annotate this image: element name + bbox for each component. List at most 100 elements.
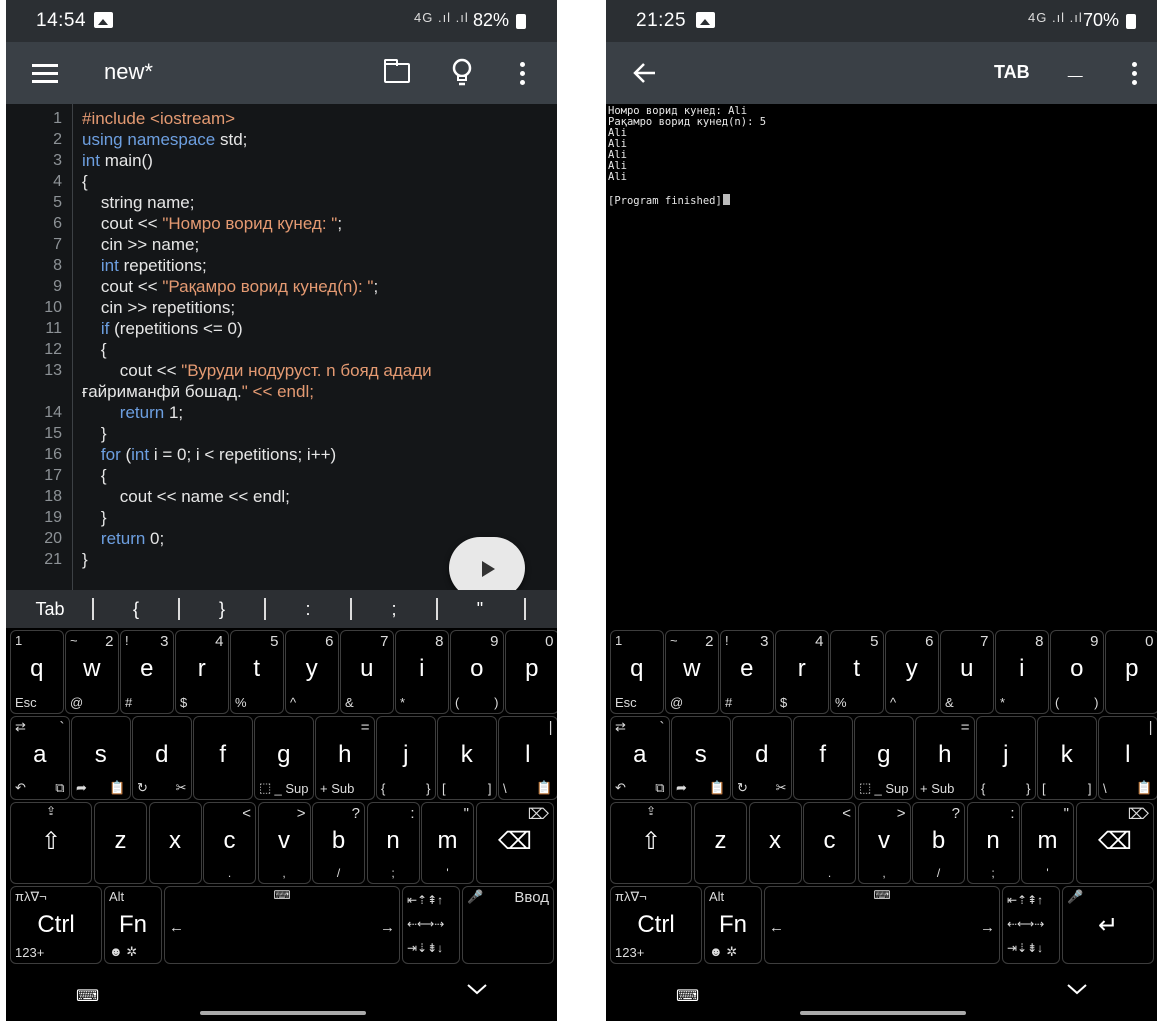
shift-key[interactable]: ⇧ ⇪ <box>610 802 692 884</box>
key-a[interactable]: a ⇄ ` ↶ ⧉ <box>10 716 70 800</box>
keyboard-switch-icon[interactable]: ⌨ <box>676 986 699 1006</box>
extra-key-colon[interactable]: : <box>278 590 338 628</box>
code-line[interactable]: 1 #include <iostream> <box>6 108 557 129</box>
key-q[interactable]: q 1 Esc <box>10 630 64 714</box>
key-s[interactable]: s ➦ 📋 <box>71 716 131 800</box>
extra-key-open-brace[interactable]: { <box>106 590 166 628</box>
ctrl-key[interactable]: Ctrl πλ∇¬ 123+ <box>10 886 102 964</box>
code-line[interactable]: 7 cin >> name; <box>6 234 557 255</box>
key-i[interactable]: i 8 * <box>395 630 449 714</box>
key-j[interactable]: j {} <box>376 716 436 800</box>
code-line[interactable]: 18 cout << name << endl; <box>6 486 557 507</box>
extra-key-quote[interactable]: " <box>450 590 510 628</box>
enter-key[interactable]: ↵ 🎤 <box>1062 886 1154 964</box>
key-p[interactable]: p0 <box>505 630 557 714</box>
key-b[interactable]: b? / <box>312 802 365 884</box>
key-g[interactable]: g ⬚ _ Sup <box>254 716 314 800</box>
space-key[interactable]: ⌨ ← → <box>764 886 1000 964</box>
code-line[interactable]: 3 int main() <box>6 150 557 171</box>
key-d[interactable]: d ↻ ✂ <box>732 716 792 800</box>
key-j[interactable]: j {} <box>976 716 1036 800</box>
code-line[interactable]: 13 cout << "Вуруди нодуруст. n бояд адад… <box>6 360 557 381</box>
key-y[interactable]: y 6 ^ <box>285 630 339 714</box>
key-q[interactable]: q 1 Esc <box>610 630 664 714</box>
menu-icon[interactable] <box>32 64 58 84</box>
home-indicator[interactable] <box>800 1011 966 1015</box>
code-line[interactable]: 10 cin >> repetitions; <box>6 297 557 318</box>
code-line[interactable]: 12 { <box>6 339 557 360</box>
extra-key-tab[interactable]: Tab <box>20 590 80 628</box>
chevron-down-icon[interactable] <box>466 978 488 1000</box>
key-o[interactable]: o 9 () <box>1050 630 1104 714</box>
key-n[interactable]: n:; <box>366 802 420 884</box>
key-t[interactable]: t 5% <box>830 630 884 714</box>
code-line[interactable]: 14 return 1; <box>6 402 557 423</box>
underscore-button[interactable]: _ <box>1068 50 1082 81</box>
key-f[interactable]: f <box>793 716 853 800</box>
more-vert-icon[interactable] <box>1132 62 1138 86</box>
code-line[interactable]: 9 cout << "Рақамро ворид кунед(n): "; <box>6 276 557 297</box>
code-line[interactable]: 4{ <box>6 171 557 192</box>
key-u[interactable]: u 7 & <box>340 630 394 714</box>
fn-key[interactable]: Fn Alt ☻ ✲ <box>104 886 162 964</box>
lightbulb-icon[interactable] <box>452 58 472 88</box>
code-line[interactable]: 17 { <box>6 465 557 486</box>
terminal-output[interactable]: Номро ворид кунед: Ali Рақамро ворид куне… <box>606 104 1157 628</box>
fn-key[interactable]: Fn Alt ☻ ✲ <box>704 886 762 964</box>
ctrl-key[interactable]: Ctrl πλ∇¬ 123+ <box>610 886 702 964</box>
folder-icon[interactable] <box>384 59 410 83</box>
keyboard-switch-icon[interactable]: ⌨ <box>76 986 99 1006</box>
key-c[interactable]: c <. <box>803 802 856 884</box>
shift-key[interactable]: ⇧ ⇪ <box>10 802 92 884</box>
extra-key-semicolon[interactable]: ; <box>364 590 424 628</box>
key-l[interactable]: l | \ 📋 <box>1098 716 1157 800</box>
key-c[interactable]: c <. <box>203 802 256 884</box>
more-vert-icon[interactable] <box>520 62 526 86</box>
key-y[interactable]: y 6 ^ <box>885 630 939 714</box>
code-line[interactable]: 5 string name; <box>6 192 557 213</box>
key-h[interactable]: h = + Sub <box>315 716 375 800</box>
code-line[interactable]: ғайриманфӣ бошад." << endl; <box>6 381 557 402</box>
key-i[interactable]: i 8 * <box>995 630 1049 714</box>
key-u[interactable]: u 7 & <box>940 630 994 714</box>
key-g[interactable]: g ⬚ _ Sup <box>854 716 914 800</box>
key-w[interactable]: w ~2 @ <box>65 630 119 714</box>
arrow-keys[interactable]: ⇤⇡⇞↑ ⇠⟷⇢ ⇥⇣⇟↓ <box>402 886 460 964</box>
key-e[interactable]: e! 3 # <box>120 630 174 714</box>
key-r[interactable]: r 4 $ <box>175 630 229 714</box>
key-z[interactable]: z <box>94 802 147 884</box>
backspace-key[interactable]: ⌫ ⌦ <box>476 802 554 884</box>
key-n[interactable]: n:; <box>966 802 1020 884</box>
key-m[interactable]: m " ' <box>421 802 474 884</box>
key-a[interactable]: a ⇄ ` ↶ ⧉ <box>610 716 670 800</box>
key-r[interactable]: r 4 $ <box>775 630 829 714</box>
code-line[interactable]: 11 if (repetitions <= 0) <box>6 318 557 339</box>
key-e[interactable]: e! 3 # <box>720 630 774 714</box>
extra-key-close-brace[interactable]: } <box>192 590 252 628</box>
code-line[interactable]: 16 for (int i = 0; i < repetitions; i++) <box>6 444 557 465</box>
key-p[interactable]: p0 <box>1105 630 1157 714</box>
arrow-keys[interactable]: ⇤⇡⇞↑ ⇠⟷⇢ ⇥⇣⇟↓ <box>1002 886 1060 964</box>
key-k[interactable]: k [] <box>1037 716 1097 800</box>
chevron-down-icon[interactable] <box>1066 978 1088 1000</box>
code-line[interactable]: 19 } <box>6 507 557 528</box>
key-w[interactable]: w ~2 @ <box>665 630 719 714</box>
key-h[interactable]: h = + Sub <box>915 716 975 800</box>
code-line[interactable]: 6 cout << "Номро ворид кунед: "; <box>6 213 557 234</box>
code-line[interactable]: 15 } <box>6 423 557 444</box>
key-d[interactable]: d ↻ ✂ <box>132 716 192 800</box>
key-b[interactable]: b? / <box>912 802 965 884</box>
key-t[interactable]: t 5% <box>230 630 284 714</box>
key-l[interactable]: l | \ 📋 <box>498 716 557 800</box>
backspace-key[interactable]: ⌫ ⌦ <box>1076 802 1154 884</box>
code-editor[interactable]: 1 #include <iostream> 2 using namespace std… <box>6 104 557 590</box>
key-v[interactable]: v >, <box>257 802 311 884</box>
back-arrow-icon[interactable] <box>632 60 658 86</box>
key-f[interactable]: f <box>193 716 253 800</box>
code-line[interactable]: 2 using namespace std; <box>6 129 557 150</box>
key-o[interactable]: o 9 () <box>450 630 504 714</box>
key-z[interactable]: z <box>694 802 747 884</box>
space-key[interactable]: ⌨ ← → <box>164 886 400 964</box>
home-indicator[interactable] <box>200 1011 366 1015</box>
enter-key[interactable]: 🎤 Ввод <box>462 886 554 964</box>
